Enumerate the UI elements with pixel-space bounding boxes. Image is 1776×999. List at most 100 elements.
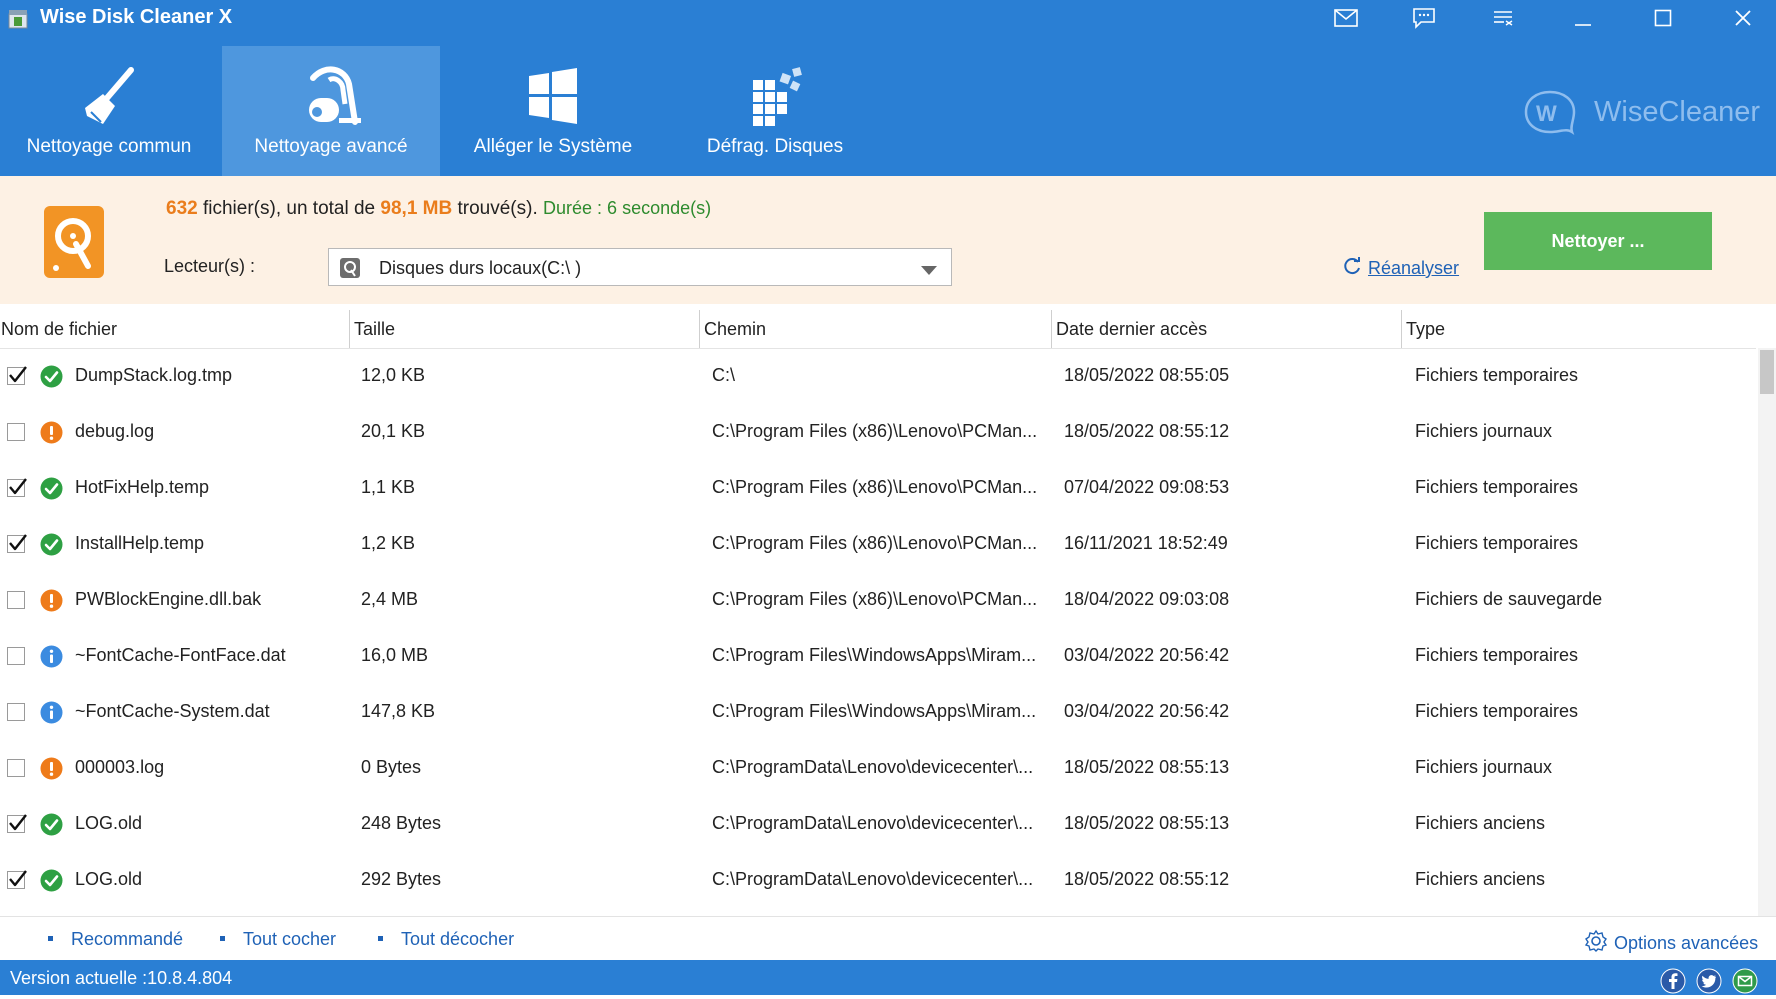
scan-result-text: 632 fichier(s), un total de 98,1 MB trou… <box>166 198 711 220</box>
table-row[interactable]: InstallHelp.temp 1,2 KB C:\Program Files (… <box>0 516 1756 572</box>
cell-path: C:\Program Files (x86)\Lenovo\PCMan... <box>712 477 1038 497</box>
cell-size: 1,1 KB <box>361 477 416 497</box>
summary-text-1: fichier(s), un total de <box>202 198 376 219</box>
table-row[interactable]: LOG.old 248 Bytes C:\ProgramData\Lenovo\de… <box>0 796 1756 852</box>
cell-date: 18/04/2022 09:03:08 <box>1064 589 1230 609</box>
twitter-icon[interactable] <box>1696 968 1722 994</box>
cell-name: LOG.old <box>75 869 143 889</box>
table-row[interactable]: ~FontCache-FontFace.dat 16,0 MB C:\Program… <box>0 628 1756 684</box>
bullet <box>48 935 53 941</box>
drive-select-value: Disques durs locaux(C:\ ) <box>379 258 582 278</box>
warning-icon <box>40 589 63 612</box>
cell-path: C:\Program Files (x86)\Lenovo\PCMan... <box>712 533 1038 553</box>
status-bar: Version actuelle :10.8.4.804 <box>0 960 1776 995</box>
table-row[interactable]: LOG.old 292 Bytes C:\ProgramData\Lenovo\de… <box>0 852 1756 908</box>
column-header-path[interactable]: Chemin <box>699 310 1051 348</box>
bullet <box>378 935 383 941</box>
cell-date: 03/04/2022 20:56:42 <box>1064 645 1230 665</box>
brand-name: WiseCleaner <box>1594 96 1760 128</box>
tab-nettoyage-avance[interactable]: Nettoyage avancé <box>222 46 440 176</box>
check-all-link[interactable]: Tout cocher <box>220 929 336 950</box>
row-checkbox[interactable] <box>7 703 25 721</box>
row-checkbox[interactable] <box>7 814 27 833</box>
window-title: Wise Disk Cleaner X <box>40 6 233 28</box>
cell-date: 03/04/2022 20:56:42 <box>1064 701 1230 721</box>
app-icon <box>6 6 30 30</box>
rescan-link[interactable]: Réanalyser <box>1342 256 1459 281</box>
advanced-options-link[interactable]: Options avancées <box>1584 929 1758 958</box>
row-checkbox[interactable] <box>7 534 27 553</box>
version-text: Version actuelle :10.8.4.804 <box>10 968 233 988</box>
check-all-label: Tout cocher <box>243 929 337 949</box>
cell-type: Fichiers anciens <box>1415 813 1546 833</box>
table-row[interactable]: HotFixHelp.temp 1,1 KB C:\Program Files (x… <box>0 460 1756 516</box>
table-row[interactable]: 000003.log 0 Bytes C:\ProgramData\Lenovo\d… <box>0 740 1756 796</box>
vacuum-icon <box>299 64 363 128</box>
cell-path: C:\ <box>712 365 736 385</box>
column-header-type[interactable]: Type <box>1401 310 1756 348</box>
cell-name: PWBlockEngine.dll.bak <box>75 589 262 609</box>
table-row[interactable]: ~FontCache-System.dat 147,8 KB C:\Program … <box>0 684 1756 740</box>
cell-name: ~FontCache-System.dat <box>75 701 270 721</box>
cell-date: 07/04/2022 09:08:53 <box>1064 477 1230 497</box>
total-size: 98,1 MB <box>380 198 453 219</box>
maximize-icon[interactable] <box>1635 0 1691 36</box>
check-circle-icon <box>40 477 63 500</box>
column-header-name[interactable]: Nom de fichier <box>0 310 349 348</box>
bullet <box>220 935 225 941</box>
tab-defrag-disques[interactable]: Défrag. Disques <box>666 46 884 176</box>
row-checkbox[interactable] <box>7 647 25 665</box>
cell-path: C:\ProgramData\Lenovo\devicecenter\... <box>712 869 1034 889</box>
cell-name: HotFixHelp.temp <box>75 477 210 497</box>
minimize-icon[interactable] <box>1555 0 1611 36</box>
windows-icon <box>521 64 585 128</box>
vertical-scrollbar[interactable] <box>1758 348 1776 916</box>
drive-select[interactable]: Disques durs locaux(C:\ ) <box>328 248 952 286</box>
cell-path: C:\Program Files\WindowsApps\Miram... <box>712 645 1037 665</box>
check-circle-icon <box>40 869 63 892</box>
refresh-icon <box>1342 256 1362 281</box>
warning-icon <box>40 421 63 444</box>
cell-name: DumpStack.log.tmp <box>75 365 233 385</box>
column-header-date[interactable]: Date dernier accès <box>1051 310 1401 348</box>
row-checkbox[interactable] <box>7 870 27 889</box>
uncheck-all-link[interactable]: Tout décocher <box>378 929 514 950</box>
mail-icon[interactable] <box>1318 0 1374 36</box>
recommended-link[interactable]: Recommandé <box>48 929 183 950</box>
cell-type: Fichiers anciens <box>1415 869 1546 889</box>
table-row[interactable]: PWBlockEngine.dll.bak 2,4 MB C:\Program Fi… <box>0 572 1756 628</box>
row-checkbox[interactable] <box>7 591 25 609</box>
row-checkbox[interactable] <box>7 366 27 385</box>
cell-size: 248 Bytes <box>361 813 442 833</box>
feedback-icon[interactable] <box>1396 0 1452 36</box>
column-header-size[interactable]: Taille <box>349 310 699 348</box>
file-table-body: DumpStack.log.tmp 12,0 KB C:\ 18/05/2022 08… <box>0 348 1756 916</box>
scrollbar-thumb[interactable] <box>1760 350 1774 394</box>
close-icon[interactable] <box>1715 0 1771 36</box>
clean-button[interactable]: Nettoyer ... <box>1484 212 1712 270</box>
tab-nettoyage-commun[interactable]: Nettoyage commun <box>0 46 218 176</box>
row-checkbox[interactable] <box>7 759 25 777</box>
menu-icon[interactable] <box>1475 0 1531 36</box>
table-row[interactable]: debug.log 20,1 KB C:\Program Files (x86)\L… <box>0 404 1756 460</box>
recommended-label: Recommandé <box>71 929 184 949</box>
cell-size: 0 Bytes <box>361 757 422 777</box>
row-checkbox[interactable] <box>7 423 25 441</box>
tab-alleger-systeme[interactable]: Alléger le Système <box>444 46 662 176</box>
main-nav: Nettoyage commun Nettoyage avancé Allége… <box>0 36 1776 176</box>
harddisk-icon <box>44 206 104 278</box>
wisecleaner-logo: W WiseCleaner <box>1522 84 1760 140</box>
chevron-down-icon <box>921 263 937 281</box>
cell-size: 147,8 KB <box>361 701 436 721</box>
table-row[interactable]: DumpStack.log.tmp 12,0 KB C:\ 18/05/2022 08… <box>0 348 1756 404</box>
cell-name: 000003.log <box>75 757 165 777</box>
cell-date: 18/05/2022 08:55:13 <box>1064 813 1230 833</box>
title-bar: Wise Disk Cleaner X <box>0 0 1776 36</box>
tab-label: Défrag. Disques <box>706 136 844 157</box>
facebook-icon[interactable] <box>1660 968 1686 994</box>
uncheck-all-label: Tout décocher <box>401 929 515 949</box>
scan-summary: 632 fichier(s), un total de 98,1 MB trou… <box>0 176 1776 304</box>
cell-path: C:\ProgramData\Lenovo\devicecenter\... <box>712 813 1034 833</box>
row-checkbox[interactable] <box>7 478 27 497</box>
email-icon[interactable] <box>1732 968 1758 994</box>
